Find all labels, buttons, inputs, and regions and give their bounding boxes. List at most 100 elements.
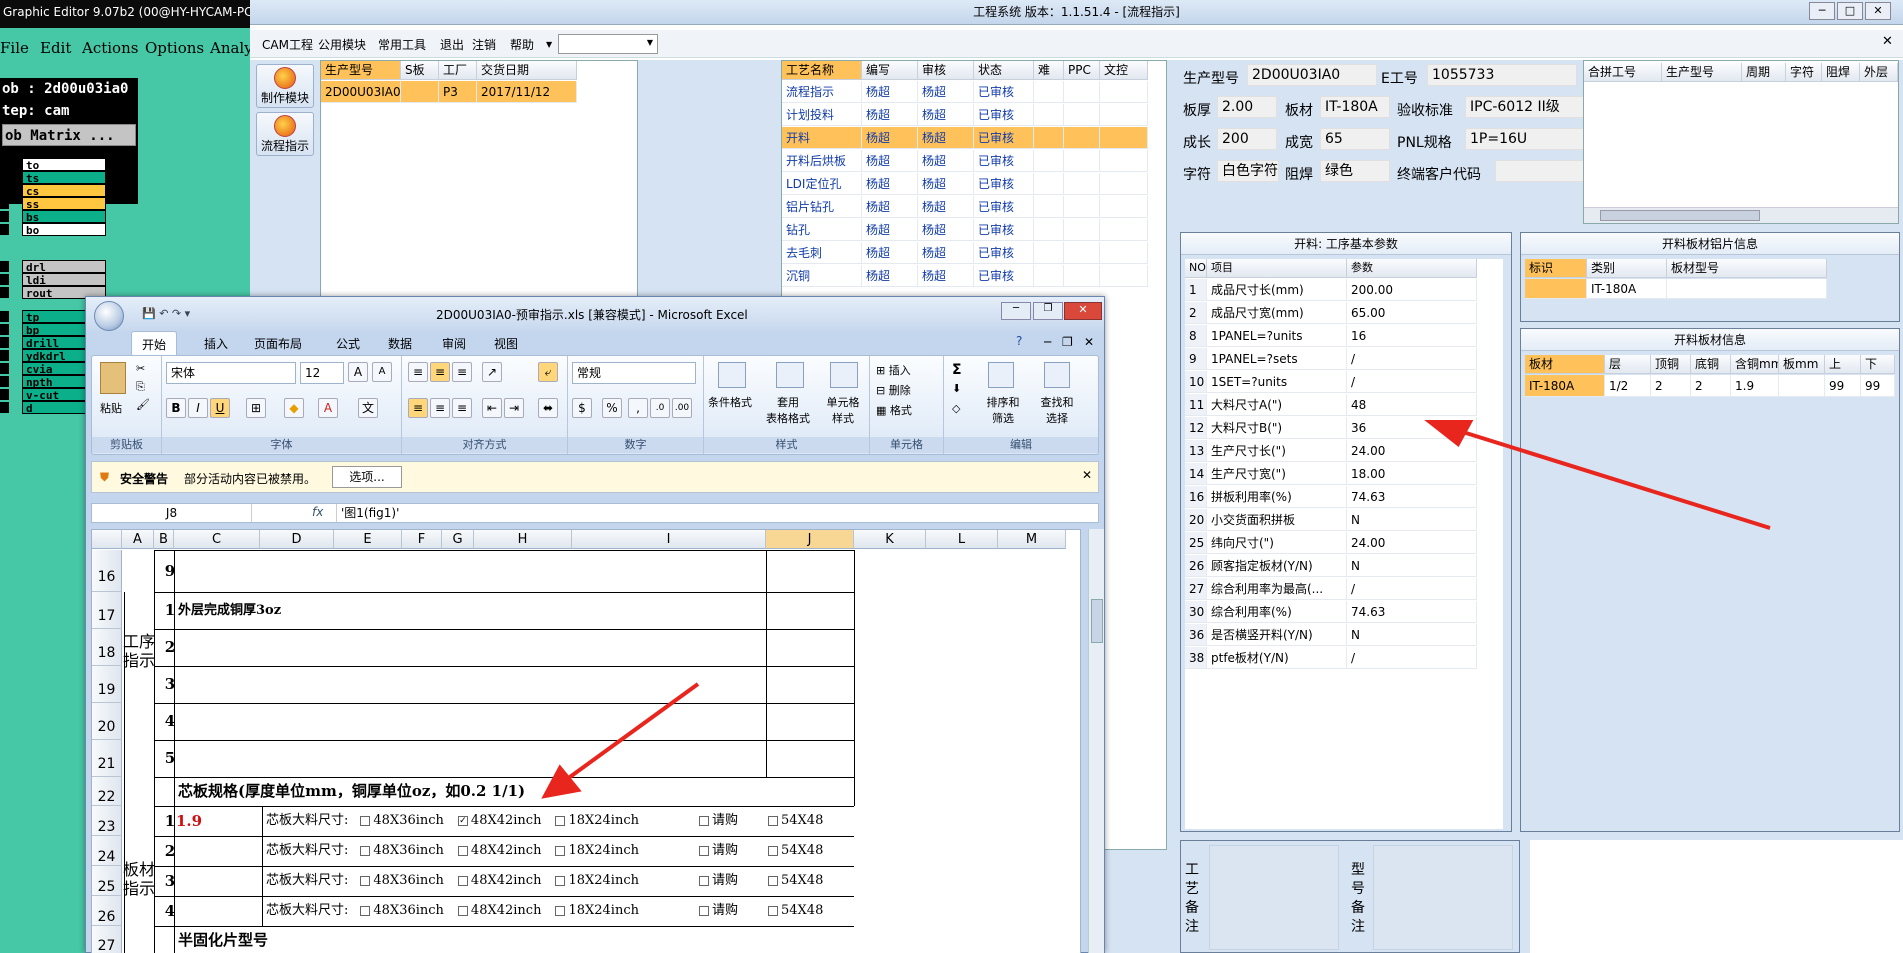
params-cell[interactable]: 200.00 xyxy=(1347,279,1477,301)
merge-col-4[interactable]: 字符 xyxy=(1786,63,1822,82)
layer-checkbox[interactable] xyxy=(0,224,9,235)
checkbox[interactable] xyxy=(360,815,371,826)
params-cell[interactable]: / xyxy=(1347,371,1477,393)
process-cell[interactable]: 已审核 xyxy=(974,104,1034,126)
merge-hscrollbar[interactable] xyxy=(1584,207,1898,223)
process-cell[interactable] xyxy=(1064,265,1100,287)
core-size-option[interactable]: 54X48 xyxy=(768,813,823,828)
checkbox[interactable] xyxy=(457,905,468,916)
row-header[interactable]: 19 xyxy=(92,666,122,703)
core-thickness[interactable] xyxy=(176,896,256,926)
params-cell[interactable]: 24.00 xyxy=(1347,440,1477,462)
checkbox[interactable] xyxy=(360,845,371,856)
process-cell[interactable]: 计划投料 xyxy=(782,104,862,126)
std-field[interactable]: IPC-6012 II级 xyxy=(1465,96,1601,118)
process-cell[interactable]: 杨超 xyxy=(918,196,974,218)
process-cell[interactable]: 已审核 xyxy=(974,265,1034,287)
layer-row[interactable]: cs xyxy=(0,184,110,198)
col-factory[interactable]: 工厂 xyxy=(439,61,477,80)
menu-cam[interactable]: CAM工程 xyxy=(262,36,313,53)
process-cell[interactable]: 杨超 xyxy=(862,173,918,195)
sort-filter-icon[interactable] xyxy=(988,362,1014,388)
params-cell[interactable]: 2 xyxy=(1185,302,1207,324)
board-col-header[interactable]: 顶铜 xyxy=(1651,355,1691,374)
border-icon[interactable]: ⊞ xyxy=(246,398,266,418)
row-header[interactable]: 26 xyxy=(92,896,122,926)
row-header[interactable]: 20 xyxy=(92,703,122,740)
process-cell[interactable] xyxy=(1100,127,1148,149)
help-icon[interactable]: ? xyxy=(1016,334,1022,348)
row-header[interactable]: 16 xyxy=(92,550,122,592)
process-col-header[interactable]: 文控 xyxy=(1100,61,1148,80)
decrease-indent-icon[interactable]: ⇤ xyxy=(482,398,502,418)
align-top-icon[interactable]: ≡ xyxy=(408,362,428,382)
process-cell[interactable]: 钻孔 xyxy=(782,219,862,241)
autosum-icon[interactable]: Σ xyxy=(952,362,962,378)
clear-icon[interactable]: ◇ xyxy=(952,402,960,415)
maximize-icon[interactable]: □ xyxy=(1837,2,1863,20)
layer-row[interactable]: ss xyxy=(0,197,110,211)
order-sboard[interactable] xyxy=(401,81,439,103)
shrink-font-icon[interactable]: A xyxy=(372,362,392,382)
checkbox[interactable] xyxy=(768,875,778,886)
core-size-option[interactable]: 48X36inch xyxy=(360,903,444,918)
tab-insert[interactable]: 插入 xyxy=(204,335,228,352)
scroll-thumb[interactable] xyxy=(1600,210,1760,221)
name-box[interactable]: J8 xyxy=(92,504,252,522)
process-cell[interactable] xyxy=(1034,150,1064,172)
layer-row[interactable]: drl xyxy=(0,260,110,274)
foil-col-1[interactable]: 标识 xyxy=(1525,259,1587,278)
checkbox[interactable] xyxy=(457,845,468,856)
column-header[interactable]: D xyxy=(260,530,334,549)
layer-checkbox[interactable] xyxy=(0,376,9,387)
eno-field[interactable]: 1055733 xyxy=(1427,64,1577,86)
tab-view[interactable]: 视图 xyxy=(494,335,518,352)
checkbox[interactable] xyxy=(698,815,709,826)
process-cell[interactable]: 沉铜 xyxy=(782,265,862,287)
minimize-icon[interactable]: ─ xyxy=(1809,2,1835,20)
process-col-header[interactable]: 状态 xyxy=(974,61,1034,80)
column-header[interactable]: L xyxy=(926,530,998,549)
quick-access-icon[interactable]: 💾 ↶ ↷ ▾ xyxy=(142,307,190,320)
layer-checkbox[interactable] xyxy=(0,363,9,374)
checkbox[interactable] xyxy=(555,815,566,826)
process-cell[interactable]: 杨超 xyxy=(918,173,974,195)
process-cell[interactable]: 杨超 xyxy=(862,242,918,264)
col-sboard[interactable]: S板 xyxy=(401,61,439,80)
sort-filter-label[interactable]: 排序和 筛选 xyxy=(980,394,1026,426)
tab-layout[interactable]: 页面布局 xyxy=(254,335,302,352)
layer-checkbox[interactable] xyxy=(0,350,9,361)
fill-color-icon[interactable]: ◆ xyxy=(284,398,304,418)
paste-icon[interactable] xyxy=(100,362,126,394)
office-button-icon[interactable] xyxy=(94,301,124,331)
mdi-close-icon[interactable]: ✕ xyxy=(1882,34,1893,49)
conditional-format-label[interactable]: 条件格式 xyxy=(708,394,752,410)
table-format-icon[interactable] xyxy=(776,362,804,388)
process-cell[interactable]: 流程指示 xyxy=(782,81,862,103)
vertical-scrollbar[interactable] xyxy=(1088,529,1104,953)
core-size-option[interactable]: 请购 xyxy=(698,813,738,828)
column-header[interactable]: M xyxy=(998,530,1066,549)
model-remark-field[interactable] xyxy=(1373,845,1513,950)
core-size-option[interactable]: 请购 xyxy=(698,873,738,888)
board-col-header[interactable]: 上 xyxy=(1825,355,1861,374)
excel-minimize-icon[interactable]: ─ xyxy=(1001,302,1031,320)
params-cell[interactable]: 11 xyxy=(1185,394,1207,416)
process-label[interactable]: 工序 指示 xyxy=(122,632,156,692)
process-cell[interactable] xyxy=(1100,173,1148,195)
menu-logout[interactable]: 注销 xyxy=(472,36,496,53)
process-cell[interactable]: 杨超 xyxy=(918,81,974,103)
foil-cell-3[interactable] xyxy=(1667,279,1827,299)
tab-home[interactable]: 开始 xyxy=(131,331,177,355)
close-icon[interactable]: ✕ xyxy=(1865,2,1891,20)
params-cell[interactable]: 大料尺寸B(") xyxy=(1207,417,1347,439)
process-cell[interactable] xyxy=(1034,265,1064,287)
params-cell[interactable]: 是否横竖开料(Y/N) xyxy=(1207,624,1347,646)
align-left-icon[interactable]: ≡ xyxy=(408,398,428,418)
checkbox[interactable] xyxy=(768,905,778,916)
params-cell[interactable]: 14 xyxy=(1185,463,1207,485)
params-cell[interactable]: 20 xyxy=(1185,509,1207,531)
params-cell[interactable]: 36 xyxy=(1347,417,1477,439)
cut-icon[interactable]: ✂ xyxy=(136,362,145,375)
process-col-header[interactable]: 编写 xyxy=(862,61,918,80)
